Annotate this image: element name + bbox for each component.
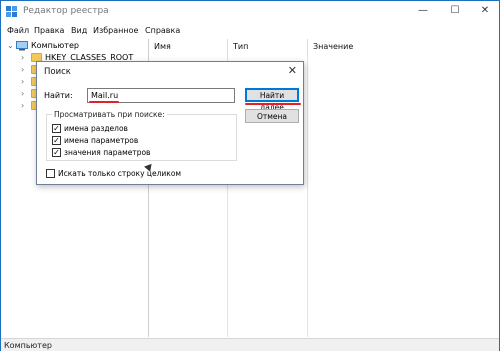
column-header-type[interactable]: Тип: [233, 42, 248, 51]
dialog-close-icon[interactable]: ✕: [288, 64, 297, 77]
find-dialog: Поиск ✕ Найти: Найти далее Отмена Просма…: [36, 61, 304, 185]
highlight-underline: [89, 101, 119, 103]
column-separator[interactable]: [227, 39, 228, 55]
computer-icon: [16, 41, 28, 51]
option-label: имена разделов: [64, 124, 128, 133]
window-title: Редактор реестра: [23, 6, 109, 16]
checkbox-checked-icon[interactable]: ✓: [52, 124, 61, 133]
tree-item-computer[interactable]: ⌄ Компьютер: [5, 40, 145, 52]
chevron-right-icon[interactable]: ›: [21, 78, 29, 86]
status-path: Компьютер: [4, 341, 52, 350]
chevron-down-icon[interactable]: ⌄: [7, 42, 15, 50]
find-label: Найти:: [44, 91, 73, 100]
highlight-underline: [245, 103, 301, 105]
close-button[interactable]: ✕: [477, 4, 493, 18]
checkbox-checked-icon[interactable]: ✓: [52, 136, 61, 145]
chevron-right-icon[interactable]: ›: [21, 66, 29, 74]
group-title: Просматривать при поиске:: [52, 110, 167, 119]
option-label: Искать только строку целиком: [58, 169, 182, 178]
checkbox-checked-icon[interactable]: ✓: [52, 148, 61, 157]
dialog-title: Поиск: [44, 67, 71, 77]
status-bar: Компьютер: [1, 338, 499, 351]
option-label: имена параметров: [64, 136, 139, 145]
column-header-name[interactable]: Имя: [154, 42, 171, 51]
registry-editor-icon: [6, 6, 17, 17]
menu-file[interactable]: Файл: [7, 26, 29, 35]
menu-help[interactable]: Справка: [145, 26, 180, 35]
chevron-right-icon[interactable]: ›: [21, 54, 29, 62]
menu-favorites[interactable]: Избранное: [93, 26, 138, 35]
column-separator[interactable]: [307, 39, 308, 55]
menu-bar: Файл Правка Вид Избранное Справка: [1, 23, 499, 39]
column-gridline: [307, 55, 308, 337]
cancel-button[interactable]: Отмена: [245, 109, 299, 123]
minimize-button[interactable]: —: [415, 4, 431, 18]
column-header-value[interactable]: Значение: [313, 42, 353, 51]
chevron-right-icon[interactable]: ›: [21, 102, 29, 110]
option-label: значения параметров: [64, 148, 151, 157]
find-next-button[interactable]: Найти далее: [245, 88, 299, 112]
menu-edit[interactable]: Правка: [34, 26, 64, 35]
checkbox-unchecked-icon[interactable]: [46, 169, 55, 178]
chevron-right-icon[interactable]: ›: [21, 90, 29, 98]
title-bar[interactable]: Редактор реестра — ☐ ✕: [1, 1, 499, 23]
tree-item-label: Компьютер: [31, 41, 79, 50]
menu-view[interactable]: Вид: [71, 26, 87, 35]
maximize-button[interactable]: ☐: [447, 4, 463, 18]
